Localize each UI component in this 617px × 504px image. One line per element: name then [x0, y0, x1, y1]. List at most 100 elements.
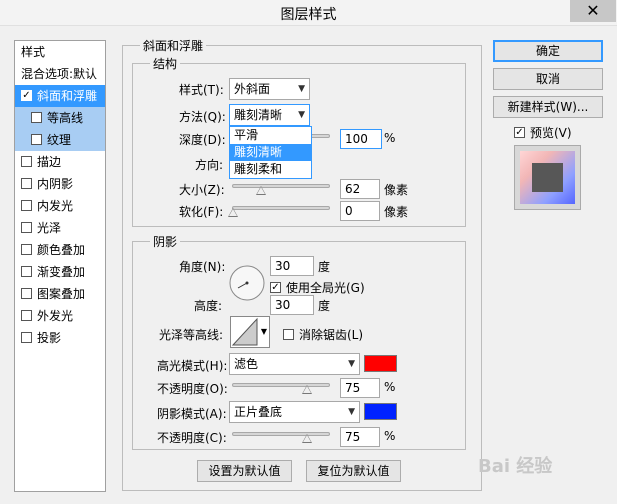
method-option-smooth[interactable]: 平滑	[230, 127, 311, 144]
method-option-chisel-soft[interactable]: 雕刻柔和	[230, 161, 311, 178]
angle-unit: 度	[318, 260, 331, 274]
highlight-color-swatch[interactable]	[364, 355, 397, 372]
method-option-chisel-hard[interactable]: 雕刻清晰	[230, 144, 311, 161]
soften-slider[interactable]	[232, 206, 330, 210]
cancel-button[interactable]: 取消	[493, 68, 603, 90]
size-slider[interactable]	[232, 184, 330, 188]
style-item-gradient-overlay[interactable]: 渐变叠加	[15, 261, 105, 283]
shadow-opacity-slider[interactable]	[232, 432, 330, 436]
angle-input[interactable]: 30	[270, 256, 314, 276]
style-item-satin[interactable]: 光泽	[15, 217, 105, 239]
altitude-input[interactable]: 30	[270, 295, 314, 315]
gloss-contour-picker[interactable]: ▼	[230, 316, 270, 348]
highlight-opacity-thumb[interactable]	[302, 385, 312, 394]
global-light-checkbox[interactable]: ✓ 使用全局光(G)	[270, 279, 365, 296]
checkbox-icon[interactable]	[31, 134, 42, 145]
window-title: 图层样式	[280, 7, 337, 23]
highlight-mode-value: 滤色	[234, 357, 259, 371]
preview-label: 预览(V)	[530, 126, 572, 140]
contour-curve-icon	[231, 317, 258, 346]
new-style-button[interactable]: 新建样式(W)...	[493, 96, 603, 118]
soften-label: 软化(F):	[179, 205, 224, 219]
checkbox-icon[interactable]	[21, 244, 32, 255]
shadow-color-swatch[interactable]	[364, 403, 397, 420]
bevel-style-value: 外斜面	[234, 82, 271, 96]
style-item-label: 投影	[37, 331, 62, 345]
style-item-label: 外发光	[37, 309, 74, 323]
shadow-mode-select[interactable]: 正片叠底 ▼	[229, 401, 360, 423]
style-item-stroke[interactable]: 描边	[15, 151, 105, 173]
style-item-bevel-emboss[interactable]: ✓ 斜面和浮雕	[15, 85, 105, 107]
style-item-label: 混合选项:默认	[21, 67, 98, 81]
style-item-label: 描边	[37, 155, 62, 169]
checkbox-icon[interactable]: ✓	[270, 282, 281, 293]
close-button[interactable]: ✕	[570, 0, 616, 22]
chevron-down-icon: ▼	[348, 359, 355, 369]
style-item-texture[interactable]: 纹理	[15, 129, 105, 151]
checkbox-icon[interactable]	[21, 310, 32, 321]
depth-label: 深度(D):	[179, 133, 226, 147]
chevron-down-icon: ▼	[298, 110, 305, 120]
soften-unit: 像素	[384, 205, 409, 219]
chevron-down-icon: ▼	[348, 407, 355, 417]
depth-unit: %	[384, 131, 396, 145]
styles-header[interactable]: 样式	[15, 41, 105, 63]
highlight-mode-label: 高光模式(H):	[157, 359, 228, 373]
direction-label: 方向:	[195, 158, 224, 172]
make-default-button[interactable]: 设置为默认值	[197, 460, 292, 482]
anti-alias-checkbox[interactable]: 消除锯齿(L)	[283, 326, 363, 343]
checkbox-icon[interactable]	[21, 222, 32, 233]
preview-checkbox[interactable]: ✓ 预览(V)	[514, 124, 572, 141]
chevron-down-icon: ▼	[260, 327, 267, 336]
soften-input[interactable]: 0	[340, 201, 380, 221]
depth-input[interactable]: 100	[340, 129, 382, 149]
shadow-opacity-thumb[interactable]	[302, 434, 312, 443]
size-unit: 像素	[384, 183, 409, 197]
altitude-label: 高度:	[194, 299, 223, 313]
style-item-blending-options[interactable]: 混合选项:默认	[15, 63, 105, 85]
ok-button[interactable]: 确定	[493, 40, 603, 62]
checkbox-icon[interactable]	[21, 178, 32, 189]
angle-dial[interactable]	[228, 264, 266, 302]
checkbox-icon[interactable]	[21, 156, 32, 167]
highlight-opacity-input[interactable]: 75	[340, 378, 380, 398]
style-item-inner-shadow[interactable]: 内阴影	[15, 173, 105, 195]
checkbox-icon[interactable]	[31, 112, 42, 123]
style-item-color-overlay[interactable]: 颜色叠加	[15, 239, 105, 261]
highlight-opacity-label: 不透明度(O):	[157, 382, 228, 396]
highlight-mode-select[interactable]: 滤色 ▼	[229, 353, 360, 375]
size-input[interactable]: 62	[340, 179, 380, 199]
altitude-unit: 度	[318, 299, 331, 313]
style-item-pattern-overlay[interactable]: 图案叠加	[15, 283, 105, 305]
bevel-method-value: 雕刻清晰	[234, 108, 283, 122]
style-item-label: 内发光	[37, 199, 74, 213]
shadow-opacity-input[interactable]: 75	[340, 427, 380, 447]
size-label: 大小(Z):	[179, 183, 225, 197]
style-item-label: 图案叠加	[37, 287, 86, 301]
checkbox-icon[interactable]	[21, 332, 32, 343]
checkbox-icon[interactable]	[283, 329, 294, 340]
structure-title: 结构	[150, 55, 181, 72]
soften-slider-thumb[interactable]	[228, 208, 238, 217]
gloss-contour-label: 光泽等高线:	[159, 328, 224, 342]
bevel-style-select[interactable]: 外斜面 ▼	[229, 78, 310, 100]
checkbox-icon[interactable]	[21, 266, 32, 277]
checkbox-icon[interactable]	[21, 288, 32, 299]
size-slider-thumb[interactable]	[256, 186, 266, 195]
checkbox-icon[interactable]: ✓	[21, 90, 32, 101]
style-item-contour[interactable]: 等高线	[15, 107, 105, 129]
shadow-mode-value: 正片叠底	[234, 405, 283, 419]
style-item-outer-glow[interactable]: 外发光	[15, 305, 105, 327]
checkbox-icon[interactable]	[21, 200, 32, 211]
style-item-inner-glow[interactable]: 内发光	[15, 195, 105, 217]
style-item-label: 渐变叠加	[37, 265, 86, 279]
shadow-opacity-label: 不透明度(C):	[157, 431, 227, 445]
watermark: Bai 经验	[478, 456, 553, 477]
bevel-method-select[interactable]: 雕刻清晰 ▼	[229, 104, 310, 126]
shading-title: 阴影	[150, 233, 181, 250]
highlight-opacity-slider[interactable]	[232, 383, 330, 387]
reset-default-button[interactable]: 复位为默认值	[306, 460, 401, 482]
checkbox-icon[interactable]: ✓	[514, 127, 525, 138]
bevel-emboss-title: 斜面和浮雕	[140, 37, 207, 54]
style-item-drop-shadow[interactable]: 投影	[15, 327, 105, 349]
